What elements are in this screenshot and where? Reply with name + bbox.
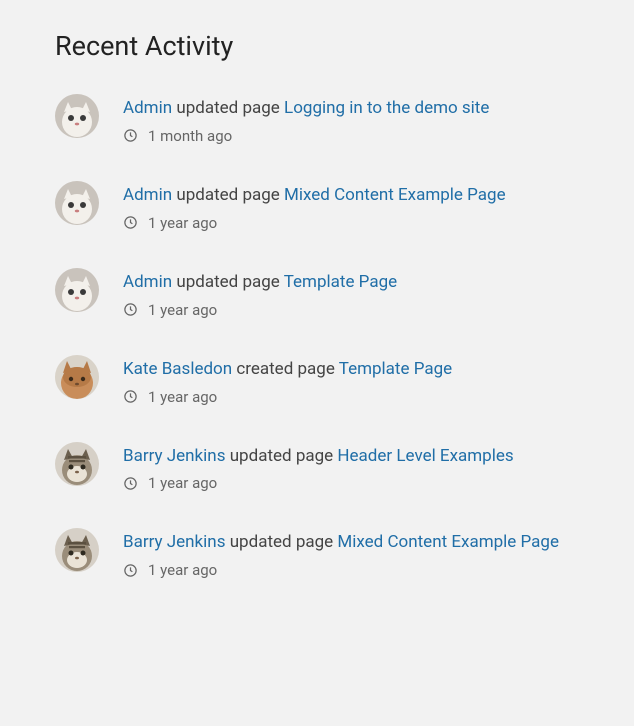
activity-meta: 1 year ago: [123, 301, 579, 319]
activity-text: Admin updated page Template Page: [123, 268, 579, 297]
activity-text: Barry Jenkins updated page Header Level …: [123, 442, 579, 471]
activity-time: 1 month ago: [148, 127, 232, 145]
activity-meta: 1 year ago: [123, 388, 579, 406]
activity-action: updated page: [176, 98, 280, 118]
activity-action: updated page: [176, 272, 280, 292]
activity-list: Admin updated page Logging in to the dem…: [55, 94, 579, 579]
activity-time: 1 year ago: [148, 388, 217, 406]
activity-item: Barry Jenkins updated page Header Level …: [55, 442, 579, 493]
avatar[interactable]: [55, 268, 99, 312]
user-link[interactable]: Barry Jenkins: [123, 532, 225, 552]
avatar[interactable]: [55, 528, 99, 572]
activity-body: Kate Basledon created page Template Page…: [123, 355, 579, 406]
activity-meta: 1 year ago: [123, 214, 579, 232]
activity-meta: 1 year ago: [123, 474, 579, 492]
activity-body: Barry Jenkins updated page Mixed Content…: [123, 528, 579, 579]
activity-body: Barry Jenkins updated page Header Level …: [123, 442, 579, 493]
avatar[interactable]: [55, 442, 99, 486]
activity-item: Admin updated page Mixed Content Example…: [55, 181, 579, 232]
activity-item: Barry Jenkins updated page Mixed Content…: [55, 528, 579, 579]
activity-meta: 1 month ago: [123, 127, 579, 145]
activity-time: 1 year ago: [148, 561, 217, 579]
activity-item: Admin updated page Logging in to the dem…: [55, 94, 579, 145]
activity-text: Admin updated page Mixed Content Example…: [123, 181, 579, 210]
activity-meta: 1 year ago: [123, 561, 579, 579]
page-link[interactable]: Mixed Content Example Page: [337, 532, 559, 552]
activity-action: updated page: [230, 532, 334, 552]
clock-icon: [123, 389, 138, 404]
page-link[interactable]: Template Page: [284, 272, 397, 292]
avatar[interactable]: [55, 355, 99, 399]
activity-time: 1 year ago: [148, 301, 217, 319]
activity-item: Admin updated page Template Page 1 year a…: [55, 268, 579, 319]
avatar[interactable]: [55, 94, 99, 138]
avatar[interactable]: [55, 181, 99, 225]
user-link[interactable]: Kate Basledon: [123, 359, 232, 379]
activity-action: updated page: [176, 185, 280, 205]
clock-icon: [123, 215, 138, 230]
activity-action: updated page: [230, 446, 334, 466]
user-link[interactable]: Barry Jenkins: [123, 446, 225, 466]
activity-item: Kate Basledon created page Template Page…: [55, 355, 579, 406]
clock-icon: [123, 563, 138, 578]
activity-body: Admin updated page Template Page 1 year a…: [123, 268, 579, 319]
clock-icon: [123, 128, 138, 143]
activity-text: Kate Basledon created page Template Page: [123, 355, 579, 384]
clock-icon: [123, 302, 138, 317]
user-link[interactable]: Admin: [123, 185, 172, 205]
user-link[interactable]: Admin: [123, 98, 172, 118]
clock-icon: [123, 476, 138, 491]
activity-body: Admin updated page Mixed Content Example…: [123, 181, 579, 232]
page-title: Recent Activity: [55, 30, 579, 62]
activity-body: Admin updated page Logging in to the dem…: [123, 94, 579, 145]
activity-text: Barry Jenkins updated page Mixed Content…: [123, 528, 579, 557]
activity-action: created page: [236, 359, 335, 379]
page-link[interactable]: Logging in to the demo site: [284, 98, 489, 118]
page-link[interactable]: Mixed Content Example Page: [284, 185, 506, 205]
page-link[interactable]: Template Page: [339, 359, 452, 379]
user-link[interactable]: Admin: [123, 272, 172, 292]
activity-time: 1 year ago: [148, 214, 217, 232]
activity-text: Admin updated page Logging in to the dem…: [123, 94, 579, 123]
activity-time: 1 year ago: [148, 474, 217, 492]
page-link[interactable]: Header Level Examples: [337, 446, 513, 466]
